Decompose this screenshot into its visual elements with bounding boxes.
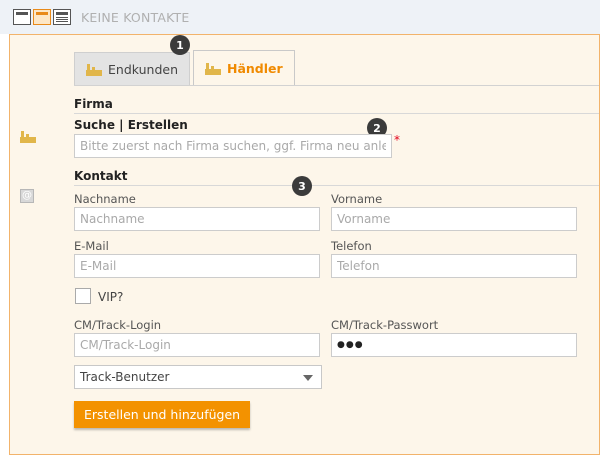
firma-heading: Firma <box>74 97 113 111</box>
email-input[interactable] <box>74 254 320 278</box>
tab-haendler[interactable]: Händler <box>193 50 295 86</box>
vorname-label: Vorname <box>331 192 383 206</box>
dealer-icon <box>20 131 36 143</box>
firma-search-input[interactable] <box>74 134 392 158</box>
login-input[interactable] <box>74 333 320 357</box>
email-label: E-Mail <box>74 239 109 253</box>
kontakt-divider <box>74 185 599 186</box>
kontakt-heading: Kontakt <box>74 169 128 183</box>
orange-view-icon[interactable] <box>33 9 51 25</box>
role-select[interactable]: Track-Benutzer <box>74 365 322 389</box>
password-input[interactable]: ●●● <box>331 333 577 357</box>
firma-divider <box>74 113 599 114</box>
step-badge-3: 3 <box>292 176 312 196</box>
chevron-down-icon <box>303 375 313 381</box>
tab-divider <box>74 85 599 86</box>
dealer-icon <box>205 62 222 75</box>
create-and-add-button[interactable]: Erstellen und hinzufügen <box>74 401 251 428</box>
contact-panel: Endkunden Händler 1 Firma Suche | Erstel… <box>9 34 600 455</box>
password-label: CM/Track-Passwort <box>331 318 439 332</box>
login-label: CM/Track-Login <box>74 318 162 332</box>
step-badge-1: 1 <box>170 35 190 55</box>
tab-label: Händler <box>227 61 283 76</box>
nachname-label: Nachname <box>74 192 136 206</box>
customer-type-tabs: Endkunden Händler <box>74 50 298 86</box>
at-icon: @ <box>20 189 34 203</box>
tab-endkunden[interactable]: Endkunden <box>74 52 191 86</box>
telefon-input[interactable] <box>331 254 577 278</box>
vip-checkbox[interactable] <box>75 288 91 304</box>
window-view-icon[interactable] <box>13 9 31 25</box>
role-select-value: Track-Benutzer <box>80 370 170 384</box>
vorname-input[interactable] <box>331 207 577 231</box>
tab-label: Endkunden <box>108 62 179 77</box>
search-label: Suche | Erstellen <box>74 118 188 132</box>
dealer-icon <box>86 63 102 76</box>
nachname-input[interactable] <box>74 207 320 231</box>
page-title: KEINE KONTAKTE <box>81 9 190 25</box>
required-marker: * <box>394 133 400 147</box>
topbar: KEINE KONTAKTE <box>0 0 600 34</box>
list-view-icon[interactable] <box>53 9 71 25</box>
vip-label: VIP? <box>98 290 124 304</box>
telefon-label: Telefon <box>331 239 372 253</box>
